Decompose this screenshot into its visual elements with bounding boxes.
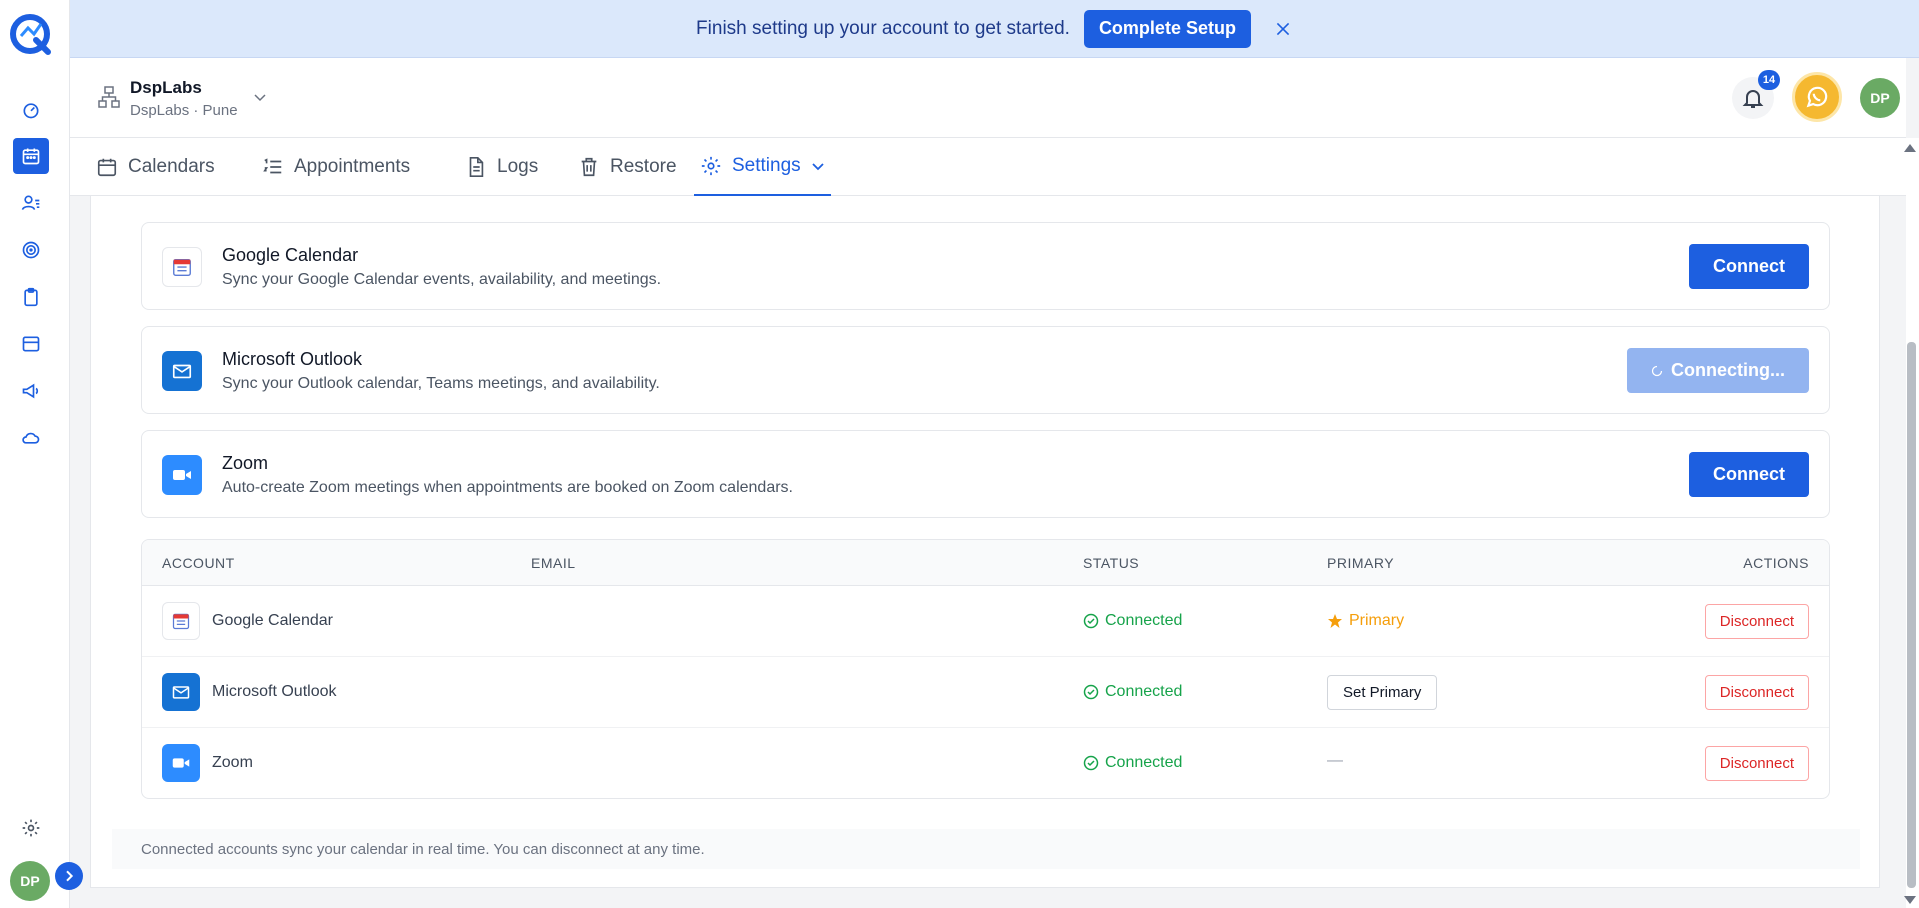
- google-calendar-icon: [162, 247, 202, 287]
- connect-google-button[interactable]: Connect: [1689, 244, 1809, 289]
- target-icon[interactable]: [13, 232, 49, 268]
- org-location: DspLabs · Pune: [130, 102, 238, 119]
- scroll-up-arrow[interactable]: [1904, 144, 1916, 152]
- zoom-icon: [162, 744, 200, 782]
- outlook-icon: [162, 673, 200, 711]
- primary-empty: —: [1327, 752, 1343, 769]
- calendar-icon[interactable]: [13, 138, 49, 174]
- column-header-status: STATUS: [1083, 555, 1140, 571]
- complete-setup-button[interactable]: Complete Setup: [1083, 9, 1251, 48]
- status-badge: Connected: [1083, 754, 1182, 772]
- table-row: Microsoft Outlook Connected Set Primary …: [142, 657, 1829, 728]
- contacts-icon[interactable]: [13, 185, 49, 221]
- org-name[interactable]: DspLabs: [130, 78, 202, 98]
- account-name: Google Calendar: [212, 612, 333, 629]
- status-text: Connected: [1105, 612, 1183, 629]
- close-icon[interactable]: [1273, 19, 1293, 39]
- status-text: Connected: [1105, 683, 1183, 700]
- google-calendar-icon: [162, 602, 200, 640]
- list-icon: [263, 158, 282, 174]
- check-circle-icon: [1083, 684, 1099, 700]
- tab-restore[interactable]: Restore: [578, 138, 677, 196]
- integration-card-google: Google Calendar Sync your Google Calenda…: [141, 222, 1830, 310]
- tab-settings[interactable]: Settings: [694, 138, 831, 196]
- column-header-primary: PRIMARY: [1327, 555, 1395, 571]
- bell-icon: [1742, 90, 1764, 108]
- status-text: Connected: [1105, 754, 1183, 771]
- footnote: Connected accounts sync your calendar in…: [112, 829, 1860, 869]
- table-header: ACCOUNT EMAIL STATUS PRIMARY ACTIONS: [142, 540, 1829, 586]
- spinner-icon: [1651, 365, 1663, 376]
- check-circle-icon: [1083, 613, 1099, 629]
- calendar-icon: [97, 158, 117, 177]
- connected-accounts-table: ACCOUNT EMAIL STATUS PRIMARY ACTIONS Goo…: [141, 539, 1830, 799]
- inbox-icon[interactable]: [13, 326, 49, 362]
- disconnect-button[interactable]: Disconnect: [1704, 746, 1809, 781]
- card-description: Auto-create Zoom meetings when appointme…: [222, 479, 793, 496]
- scroll-down-arrow[interactable]: [1904, 896, 1916, 904]
- check-circle-icon: [1083, 755, 1099, 771]
- dashboard-icon[interactable]: [13, 92, 49, 128]
- integration-card-zoom: Zoom Auto-create Zoom meetings when appo…: [141, 430, 1830, 518]
- tab-logs[interactable]: Logs: [465, 138, 538, 196]
- column-header-account: ACCOUNT: [162, 555, 235, 571]
- outlook-icon: [162, 351, 202, 391]
- document-icon: [469, 157, 484, 177]
- user-avatar[interactable]: DP: [1860, 78, 1900, 118]
- primary-text: Primary: [1349, 612, 1405, 629]
- card-title: Microsoft Outlook: [222, 349, 363, 369]
- tab-appointments[interactable]: Appointments: [262, 138, 410, 196]
- disconnect-button[interactable]: Disconnect: [1704, 675, 1809, 710]
- account-name: Microsoft Outlook: [212, 683, 337, 700]
- account-name: Zoom: [212, 754, 253, 771]
- connect-zoom-button[interactable]: Connect: [1689, 452, 1809, 497]
- table-row: Google Calendar Connected Primary Discon…: [142, 586, 1829, 657]
- zoom-icon: [162, 455, 202, 495]
- sidebar: DP: [0, 0, 83, 908]
- top-header: DspLabs DspLabs · Pune 14 DP: [70, 58, 1906, 138]
- disconnect-button[interactable]: Disconnect: [1704, 604, 1809, 639]
- chevron-down-icon[interactable]: [811, 159, 825, 173]
- card-description: Sync your Google Calendar events, availa…: [222, 271, 662, 288]
- clipboard-icon[interactable]: [13, 279, 49, 315]
- column-header-email: EMAIL: [531, 555, 576, 571]
- tab-calendars[interactable]: Calendars: [96, 138, 215, 196]
- notification-badge: 14: [1758, 70, 1780, 90]
- connecting-outlook-button[interactable]: Connecting...: [1627, 348, 1809, 393]
- whatsapp-icon: [1806, 86, 1828, 108]
- tab-label: Restore: [610, 156, 677, 177]
- set-primary-button[interactable]: Set Primary: [1327, 675, 1438, 710]
- card-description: Sync your Outlook calendar, Teams meetin…: [222, 375, 660, 392]
- chevron-down-icon[interactable]: [253, 90, 267, 104]
- gear-icon[interactable]: [13, 810, 49, 846]
- sidebar-avatar[interactable]: DP: [10, 861, 50, 901]
- sidebar-expand-button[interactable]: [55, 862, 83, 890]
- whatsapp-button[interactable]: [1792, 72, 1842, 122]
- status-badge: Connected: [1083, 612, 1182, 630]
- tab-label: Settings: [732, 155, 801, 176]
- setup-banner: Finish setting up your account to get st…: [70, 0, 1919, 58]
- org-tree-icon: [98, 86, 120, 108]
- tab-label: Logs: [497, 156, 539, 177]
- tab-label: Appointments: [294, 156, 411, 177]
- integration-card-outlook: Microsoft Outlook Sync your Outlook cale…: [141, 326, 1830, 414]
- primary-badge: Primary: [1327, 612, 1404, 630]
- gear-icon: [701, 156, 721, 176]
- cloud-icon[interactable]: [13, 419, 49, 455]
- megaphone-icon[interactable]: [13, 373, 49, 409]
- trash-icon: [581, 157, 597, 177]
- section-tabs: Calendars Appointments Logs Restore Sett…: [70, 138, 1906, 196]
- banner-message: Finish setting up your account to get st…: [696, 17, 1070, 39]
- tab-label: Calendars: [128, 156, 215, 177]
- star-icon: [1328, 614, 1342, 628]
- table-row: Zoom Connected — Disconnect: [142, 728, 1829, 798]
- status-badge: Connected: [1083, 683, 1182, 701]
- connecting-label: Connecting...: [1671, 360, 1785, 380]
- card-title: Zoom: [222, 453, 269, 473]
- column-header-actions: ACTIONS: [1743, 555, 1809, 571]
- scrollbar-thumb[interactable]: [1907, 342, 1916, 888]
- card-title: Google Calendar: [222, 245, 359, 265]
- app-logo[interactable]: [8, 10, 56, 58]
